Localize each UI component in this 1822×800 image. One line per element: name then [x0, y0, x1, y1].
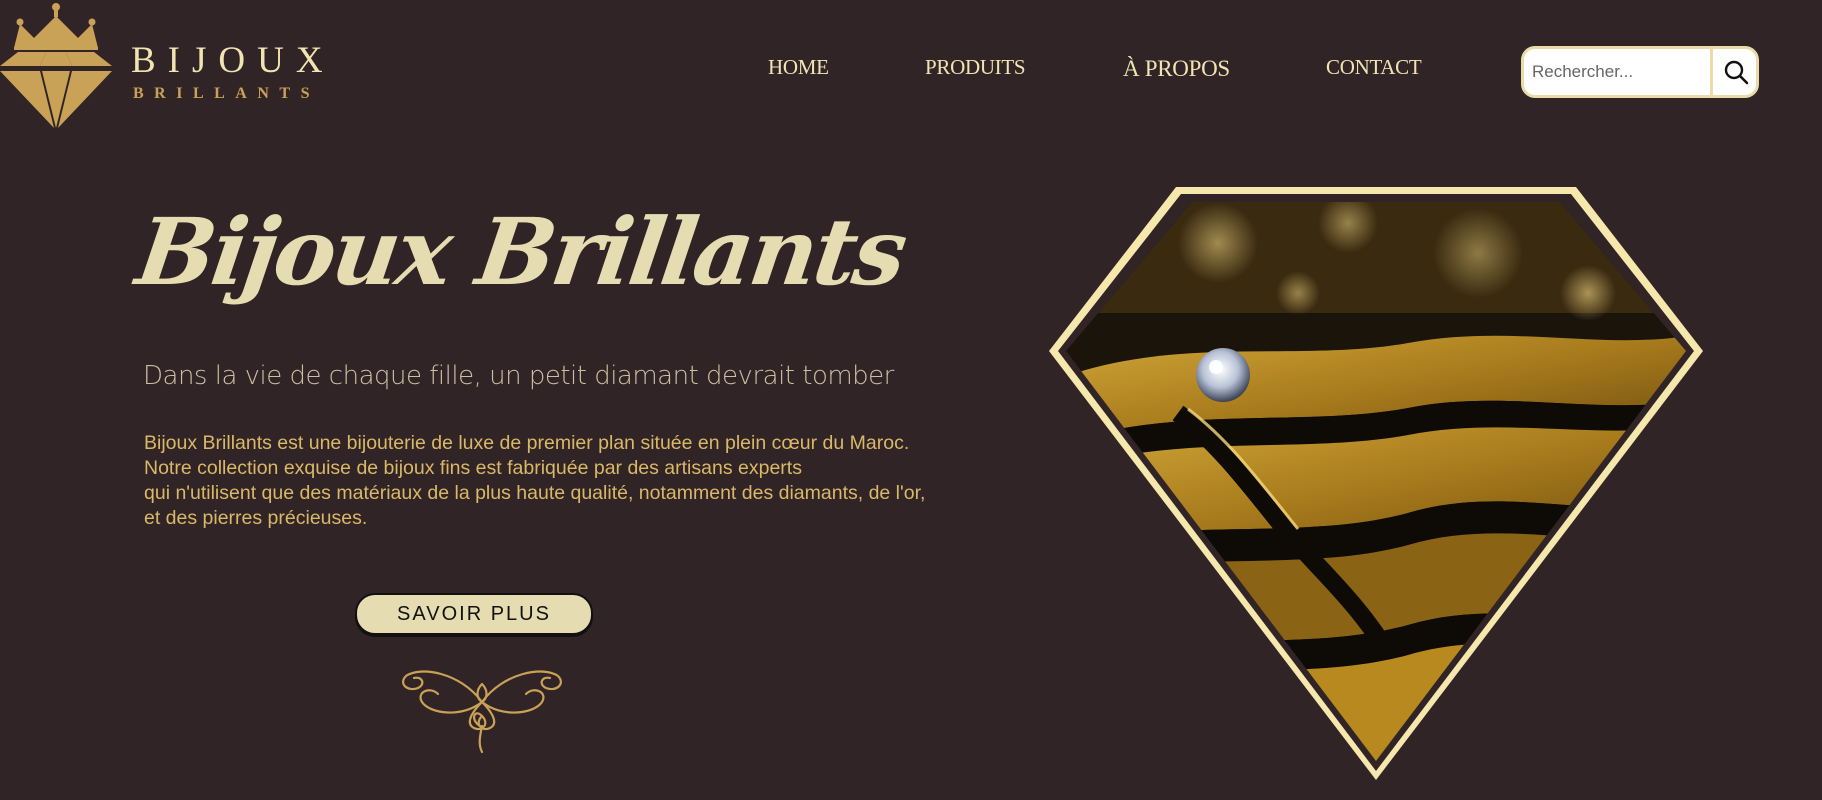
hero-description: Bijoux Brillants est une bijouterie de l… — [144, 431, 1024, 531]
ornament-flourish-icon — [402, 670, 562, 754]
search-button[interactable] — [1710, 49, 1756, 95]
crown-icon — [14, 3, 98, 50]
description-line: Notre collection exquise de bijoux fins … — [144, 457, 802, 479]
description-line: Bijoux Brillants est une bijouterie de l… — [144, 432, 910, 454]
description-line: et des pierres précieuses. — [144, 507, 368, 529]
nav-link-produits[interactable]: PRODUITS — [925, 55, 1026, 80]
brand-subtitle: BRILLANTS — [133, 85, 320, 102]
nav-link-a-propos[interactable]: À PROPOS — [1123, 56, 1230, 82]
hero-title: Bijoux Brillants — [130, 198, 911, 306]
hero-diamond-image — [1049, 187, 1703, 780]
search-input[interactable] — [1524, 49, 1714, 95]
search-icon — [1724, 60, 1749, 85]
savoir-plus-button[interactable]: SAVOIR PLUS — [355, 593, 593, 635]
description-line: qui n'utilisent que des matériaux de la … — [144, 482, 926, 504]
nav-link-contact[interactable]: CONTACT — [1326, 55, 1422, 80]
nav-link-home[interactable]: HOME — [768, 55, 829, 80]
hero-tagline: Dans la vie de chaque fille, un petit di… — [143, 361, 894, 391]
search-box — [1521, 46, 1759, 98]
